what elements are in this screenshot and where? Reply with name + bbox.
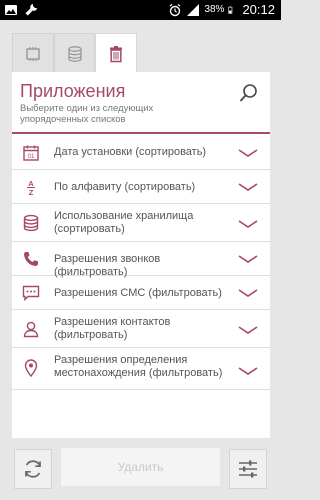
storage-icon xyxy=(23,214,39,232)
svg-text:A: A xyxy=(28,179,34,188)
delete-button[interactable]: Удалить xyxy=(60,447,221,487)
signal-icon xyxy=(187,3,200,16)
sliders-icon xyxy=(239,460,257,478)
search-icon[interactable] xyxy=(238,82,260,104)
list-item-alphabet[interactable]: A Z По алфавиту (сортировать) xyxy=(12,170,270,204)
chevron-down-icon xyxy=(238,220,258,228)
list-item-sms-permissions[interactable]: Разрешения СМС (фильтровать) xyxy=(12,276,270,310)
chevron-down-icon xyxy=(238,367,258,375)
alarm-icon xyxy=(170,3,181,16)
refresh-icon xyxy=(25,460,41,478)
list-item-install-date[interactable]: 01 Дата установки (сортировать) xyxy=(12,134,270,170)
trash-icon xyxy=(110,45,123,62)
page-subtitle: Выберите один из следующих упорядоченных… xyxy=(20,103,154,125)
sms-icon xyxy=(22,285,40,302)
list-item-label: Использование хранилища (сортировать) xyxy=(54,210,194,235)
page-title: Приложения xyxy=(20,81,126,101)
battery-icon xyxy=(228,5,233,14)
list-item-label: Разрешения определения местонахождения (… xyxy=(54,354,223,379)
tab-trash[interactable] xyxy=(95,33,138,73)
cpu-icon xyxy=(26,46,40,61)
location-icon xyxy=(24,359,38,377)
settings-button[interactable] xyxy=(229,449,267,489)
category-tabs xyxy=(12,33,138,73)
list-item-label: Разрешения контактов (фильтровать) xyxy=(54,316,171,341)
svg-text:01: 01 xyxy=(28,154,35,160)
chevron-down-icon xyxy=(238,183,258,191)
refresh-button[interactable] xyxy=(14,449,52,489)
chevron-down-icon xyxy=(238,289,258,297)
wrench-notification-icon xyxy=(25,4,37,16)
list-item-label: По алфавиту (сортировать) xyxy=(54,181,196,193)
list-item-storage[interactable]: Использование хранилища (сортировать) xyxy=(12,204,270,242)
card-header: Приложения Выберите один из следующих уп… xyxy=(12,72,270,134)
sort-filter-list: 01 Дата установки (сортировать) A Z По а… xyxy=(12,134,270,390)
phone-icon xyxy=(24,252,38,266)
list-item-call-permissions[interactable]: Разрешения звонков (фильтровать) xyxy=(12,242,270,278)
battery-percent: 38% xyxy=(204,4,225,15)
list-item-label: Дата установки (сортировать) xyxy=(54,146,207,158)
gallery-notification-icon xyxy=(5,5,17,15)
svg-text:Z: Z xyxy=(29,188,34,196)
apps-card: Приложения Выберите один из следующих уп… xyxy=(12,72,270,438)
clock: 20:12 xyxy=(242,2,275,17)
database-icon xyxy=(67,45,82,62)
list-item-location-permissions[interactable]: Разрешения определения местонахождения (… xyxy=(12,348,270,390)
calendar-icon: 01 xyxy=(23,145,39,161)
list-item-contacts-permissions[interactable]: Разрешения контактов (фильтровать) xyxy=(12,310,270,348)
list-item-label: Разрешения СМС (фильтровать) xyxy=(54,287,222,299)
tab-storage[interactable] xyxy=(53,33,96,73)
chevron-down-icon xyxy=(238,326,258,334)
alphabet-sort-icon: A Z xyxy=(27,179,35,196)
chevron-down-icon xyxy=(238,255,258,263)
tab-cpu[interactable] xyxy=(12,33,54,73)
status-bar: 38% 20:12 xyxy=(0,0,281,20)
contact-icon xyxy=(23,321,39,338)
chevron-down-icon xyxy=(238,149,258,157)
